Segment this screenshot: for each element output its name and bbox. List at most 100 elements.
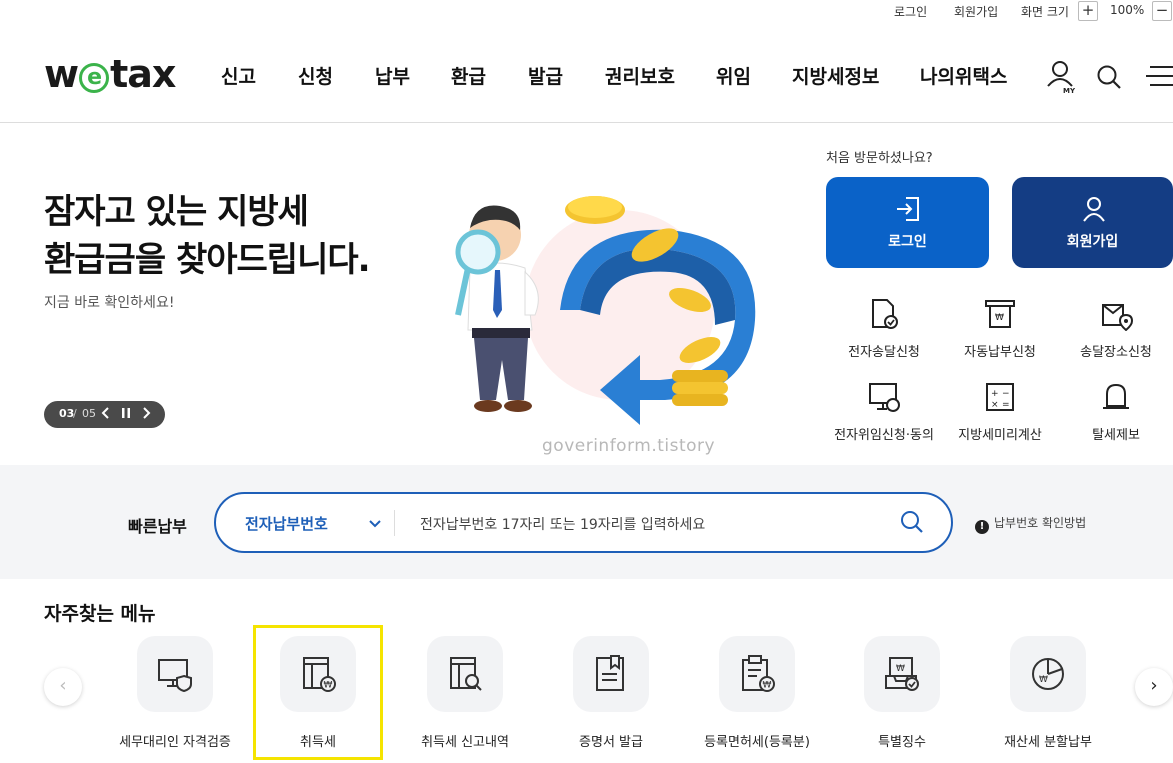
quick-tax-report[interactable]: 탈세제보 (1056, 380, 1173, 443)
svg-text:=: = (1002, 400, 1010, 410)
freq-label: 특별징수 (878, 735, 926, 750)
hero-subtitle: 지금 바로 확인하세요! (44, 295, 175, 311)
wetax-logo[interactable]: w e tax (44, 52, 176, 96)
svg-text:₩: ₩ (995, 313, 1004, 323)
login-button-label: 로그인 (888, 234, 927, 250)
monitor-shield-icon (158, 659, 192, 693)
zoom-in-button[interactable]: + (1078, 1, 1098, 21)
quick-delivery-place[interactable]: 송달장소신청 (1056, 297, 1173, 360)
pager-next-icon[interactable] (141, 406, 151, 423)
quick-tax-report-label: 탈세제보 (1092, 428, 1140, 443)
pie-chart-icon: ₩ (1032, 658, 1064, 690)
hero-title: 잠자고 있는 지방세 환급금을 찾아드립니다. (44, 192, 371, 280)
zoom-level: 100% (1110, 3, 1145, 17)
nav-refund[interactable]: 환급 (451, 62, 486, 89)
nav-report[interactable]: 신고 (221, 62, 256, 89)
pager-pause-icon[interactable] (121, 407, 131, 422)
freq-icon-box: ₩ (1010, 636, 1086, 712)
bell-icon (1103, 383, 1129, 409)
freq-icon-box: ₩ (864, 636, 940, 712)
svg-text:₩: ₩ (1039, 675, 1048, 685)
pager-prev-icon[interactable] (101, 406, 111, 423)
frequent-prev-button[interactable]: ‹ (44, 668, 82, 706)
fast-pay-title: 빠른납부 (128, 517, 187, 536)
freq-label: 취득세 신고내역 (421, 735, 509, 750)
nav-issue[interactable]: 발급 (528, 62, 563, 89)
my-page-icon[interactable]: MY (1046, 60, 1078, 98)
util-login-link[interactable]: 로그인 (894, 3, 927, 20)
freq-label: 증명서 발급 (579, 735, 643, 750)
refund-illustration (440, 190, 770, 430)
freq-certificate[interactable]: 증명서 발급 (536, 636, 686, 750)
banner-pager: 03 / 05 (44, 401, 165, 428)
pager-separator: / (73, 407, 77, 420)
envelope-pin-icon (1102, 304, 1133, 331)
payment-number-help-link[interactable]: ! 납부번호 확인방법 (975, 514, 1086, 534)
freq-icon-box: ₩ (719, 636, 795, 712)
quick-e-delivery-label: 전자송달신청 (848, 345, 920, 360)
svg-text:−: − (1002, 389, 1010, 399)
pager-total: 05 (82, 407, 96, 420)
freq-label: 재산세 분할납부 (1004, 735, 1092, 750)
quick-auto-pay[interactable]: ₩ 자동납부신청 (940, 297, 1060, 360)
util-signup-link[interactable]: 회원가입 (954, 3, 998, 20)
svg-text:+: + (991, 389, 999, 399)
clipboard-won-icon: ₩ (742, 655, 775, 692)
svg-text:₩: ₩ (896, 664, 905, 674)
info-icon: ! (975, 520, 989, 534)
frequent-next-button[interactable]: › (1135, 668, 1173, 706)
menu-icon[interactable] (1146, 64, 1173, 92)
svg-text:MY: MY (1063, 87, 1076, 94)
login-button[interactable]: 로그인 (826, 177, 989, 268)
quick-e-delegation-label: 전자위임신청·동의 (834, 428, 934, 443)
calculator-icon: + −× = (986, 383, 1014, 411)
search-divider (394, 510, 395, 536)
first-visit-label: 처음 방문하셨나요? (826, 151, 933, 166)
freq-property-tax-installment[interactable]: ₩ 재산세 분할납부 (973, 636, 1123, 750)
freq-acquisition-history[interactable]: 취득세 신고내역 (390, 636, 540, 750)
freq-icon-box (137, 636, 213, 712)
document-bookmark-icon (596, 655, 624, 691)
zoom-out-button[interactable]: − (1152, 1, 1172, 21)
freq-label: 세무대리인 자격검증 (119, 735, 231, 750)
screen-size-label: 화면 크기 (1021, 5, 1069, 19)
freq-registration-tax[interactable]: ₩ 등록면허세(등록분) (682, 636, 832, 750)
document-check-icon (872, 299, 898, 329)
person-icon (1083, 197, 1105, 222)
freq-tax-agent-verify[interactable]: 세무대리인 자격검증 (100, 636, 250, 750)
fast-pay-section: 빠른납부 전자납부번호 전자납부번호 17자리 또는 19자리를 입력하세요 !… (0, 465, 1173, 579)
quick-e-delegation[interactable]: 전자위임신청·동의 (824, 380, 944, 443)
fast-pay-search: 전자납부번호 전자납부번호 17자리 또는 19자리를 입력하세요 (214, 492, 953, 553)
watermark-text: goverinform.tistory (542, 436, 716, 456)
signup-button-label: 회원가입 (1066, 234, 1119, 250)
nav-apply[interactable]: 신청 (298, 62, 333, 89)
freq-icon-box (427, 636, 503, 712)
monitor-icon (869, 383, 900, 412)
payment-number-input[interactable]: 전자납부번호 17자리 또는 19자리를 입력하세요 (420, 514, 705, 534)
nav-my-wetax[interactable]: 나의위택스 (920, 62, 1007, 89)
search-icon[interactable] (1096, 64, 1122, 94)
frequent-menu-title: 자주찾는 메뉴 (44, 603, 156, 625)
search-submit-icon[interactable] (900, 510, 924, 538)
quick-tax-calculator[interactable]: + − × = 지방세미리계산 (940, 380, 1060, 443)
freq-icon-box (573, 636, 649, 712)
signup-button[interactable]: 회원가입 (1012, 177, 1173, 268)
nav-pay[interactable]: 납부 (375, 62, 410, 89)
nav-delegation[interactable]: 위임 (716, 62, 751, 89)
site-header: w e tax 신고 신청 납부 환급 발급 권리보호 위임 지방세정보 나의위택스… (0, 24, 1173, 123)
tray-check-icon: ₩ (885, 657, 919, 691)
freq-label: 등록면허세(등록분) (704, 735, 810, 750)
nav-local-tax-info[interactable]: 지방세정보 (792, 62, 879, 89)
chevron-down-icon[interactable] (368, 514, 382, 533)
nav-rights[interactable]: 권리보호 (605, 62, 675, 89)
quick-delivery-place-label: 송달장소신청 (1080, 345, 1152, 360)
utility-bar: 로그인 회원가입 화면 크기 + 100% − (0, 0, 1173, 24)
quick-auto-pay-label: 자동납부신청 (964, 345, 1036, 360)
payment-type-select[interactable]: 전자납부번호 (245, 513, 328, 534)
freq-special-collection[interactable]: ₩ 특별징수 (827, 636, 977, 750)
svg-text:₩: ₩ (763, 681, 772, 691)
highlight-box (253, 625, 383, 760)
receipt-icon: ₩ (985, 300, 1015, 328)
help-label: 납부번호 확인방법 (994, 516, 1087, 530)
quick-e-delivery[interactable]: 전자송달신청 (824, 297, 944, 360)
